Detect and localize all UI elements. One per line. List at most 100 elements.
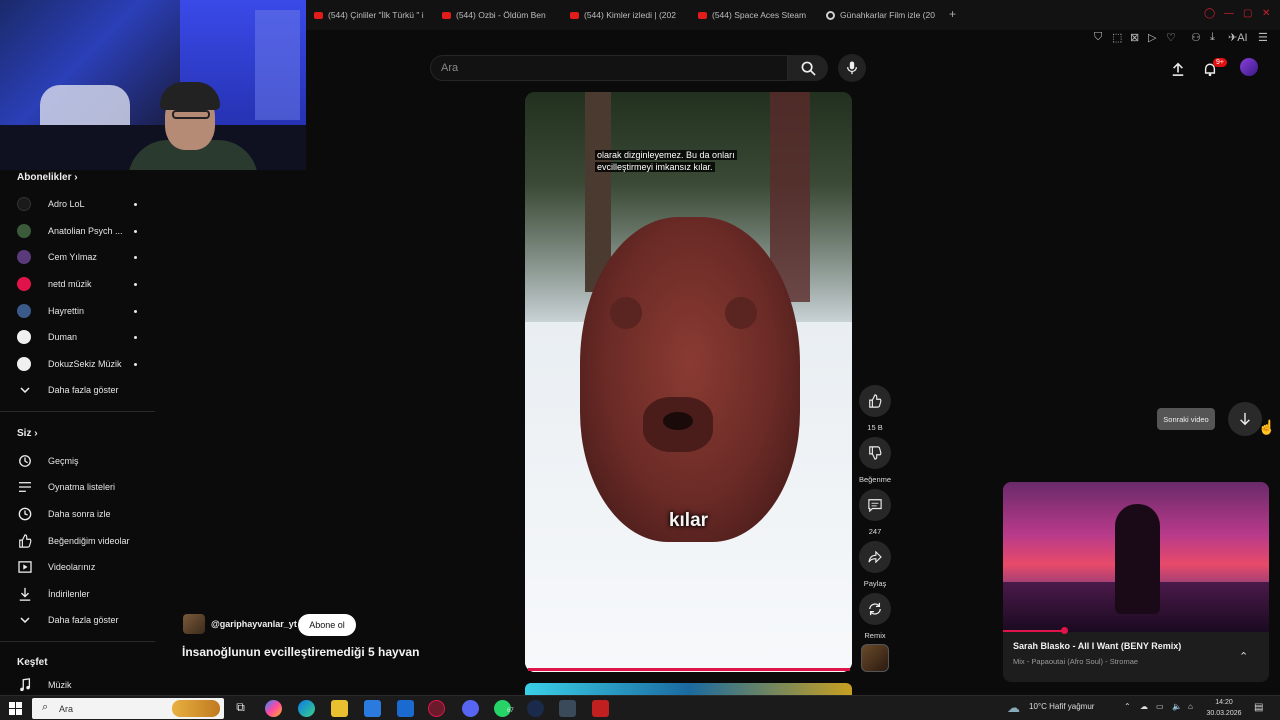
network-icon[interactable]: ⌂ [1188,702,1193,711]
tab-2[interactable]: (544) Ozbi - Öldüm Ben [442,8,554,22]
search-input[interactable] [431,56,787,80]
channel-avatar[interactable] [183,614,205,634]
snapshot-icon[interactable]: ⬚ [1112,31,1122,44]
speaker-icon[interactable]: 🔈 [1172,702,1182,711]
steam-icon[interactable] [527,700,544,717]
next-short-preview[interactable] [525,683,852,695]
new-content-dot [134,309,137,313]
sidebar-item-downloads[interactable]: İndirilenler [17,585,147,603]
miniplayer[interactable]: Sarah Blasko - All I Want (BENY Remix) M… [1003,482,1269,682]
channel-avatar [17,197,31,211]
edge-icon[interactable] [298,700,315,717]
tab-3[interactable]: (544) Kimler izledi | (202 [570,8,682,22]
you-section-title[interactable]: Siz › [17,428,38,439]
shield-icon[interactable]: ⛉ [1094,31,1102,44]
new-tab-button[interactable]: + [949,7,956,21]
copilot-icon[interactable] [265,700,282,717]
like-action[interactable]: 15 B [859,385,891,432]
sidebar-item-liked-videos[interactable]: Beğendiğim videolar [17,532,147,550]
battery-icon[interactable]: ▭ [1156,702,1164,711]
app-icon[interactable] [592,700,609,717]
sidebar-item-cem-yilmaz[interactable]: Cem Yılmaz [17,248,137,266]
clock-icon [17,506,33,522]
sidebar-item-playlists[interactable]: Oynatma listeleri [17,478,147,496]
sidebar-item-adro-lol[interactable]: Adro LoL [17,195,137,213]
search-tabs-icon[interactable]: ◯ [1204,8,1215,19]
notification-center-icon[interactable]: ▤ [1254,702,1263,713]
remix-action[interactable]: Remix [859,593,891,640]
avatar[interactable] [1240,58,1258,76]
sidebar-item-dokuzsekiz-muzik[interactable]: DokuzSekiz Müzik [17,355,137,373]
file-explorer-icon[interactable] [331,700,348,717]
sound-thumbnail[interactable] [861,644,889,672]
store-icon[interactable] [364,700,381,717]
sidebar-item-watch-later[interactable]: Daha sonra izle [17,505,147,523]
chevron-up-icon[interactable]: ⌃ [1124,702,1131,711]
box-icon[interactable]: ⊠ [1130,31,1139,44]
heart-icon[interactable]: ♡ [1166,31,1176,44]
sidebar-item-netd-muzik[interactable]: netd müzik [17,275,137,293]
miniplayer-progress[interactable] [1003,630,1065,632]
sidebar-item-hayrettin[interactable]: Hayrettin [17,302,137,320]
sidebar-item-anatolian-psych[interactable]: Anatolian Psych ... [17,222,137,240]
dislike-button[interactable] [859,437,891,469]
upload-button[interactable] [1167,58,1189,80]
remix-button[interactable] [859,593,891,625]
cloud-icon[interactable]: ☁ [1007,700,1020,716]
maximize-icon[interactable]: ▢ [1243,8,1252,19]
game-icon[interactable] [559,700,576,717]
chevron-up-icon[interactable]: ⌃ [1239,650,1248,663]
task-view-icon[interactable]: ⧉ [232,700,249,717]
channel-avatar [17,224,31,238]
sidebar-item-your-videos[interactable]: Videolarınız [17,558,147,576]
download-icon[interactable]: ⤓ [1210,31,1215,44]
windows-start-icon[interactable] [9,702,22,715]
subscribe-button[interactable]: Abone ol [298,614,356,636]
share-button[interactable] [859,541,891,573]
channel-avatar [17,357,31,371]
show-more-you[interactable]: Daha fazla göster [17,611,147,629]
weather-text[interactable]: 10°C Hafif yağmur [1029,702,1094,711]
taskbar-search[interactable]: ⌕ Ara [32,698,224,719]
opera-gx-icon[interactable] [428,700,445,717]
sidebar-item-music[interactable]: Müzik [17,676,147,694]
close-icon[interactable]: ✕ [1262,8,1270,19]
onedrive-icon[interactable]: ☁ [1140,702,1148,711]
dislike-action[interactable]: Beğenme [859,437,891,484]
tab-4[interactable]: (544) Space Aces Steam [698,8,810,22]
share-action[interactable]: Paylaş [859,541,891,588]
subscriptions-title[interactable]: Abonelikler › [17,172,78,183]
miniplayer-scrubber[interactable] [1061,627,1069,634]
mail-icon[interactable] [397,700,414,717]
short-title[interactable]: İnsanoğlunun evcilleştiremediği 5 hayvan [182,645,419,659]
comments-action[interactable]: 247 [859,489,891,536]
video-progress-bar[interactable] [528,668,850,671]
minimize-icon[interactable]: — [1224,8,1234,19]
show-more-subscriptions[interactable]: Daha fazla göster [17,381,147,399]
clock[interactable]: 14:20 30.03.2026 [1206,697,1242,719]
sidebar-item-duman[interactable]: Duman [17,328,137,346]
video-icon [17,559,33,575]
ai-button[interactable]: ✈AI [1228,31,1248,44]
discord-icon[interactable] [462,700,479,717]
miniplayer-title[interactable]: Sarah Blasko - All I Want (BENY Remix) [1013,641,1181,651]
like-button[interactable] [859,385,891,417]
thumbs-down-icon [869,446,882,460]
sidebar-item-history[interactable]: Geçmiş [17,452,147,470]
microphone-icon [846,61,858,75]
voice-search-button[interactable] [838,54,866,82]
tab-1[interactable]: (544) Çinliler "İlk Türkü " i [314,8,426,22]
profile-icon[interactable]: ⚇ [1191,31,1201,44]
next-video-button[interactable] [1228,402,1262,436]
menu-icon[interactable]: ☰ [1258,31,1268,44]
short-video-player[interactable]: olarak dizginleyemez. Bu da onları evcil… [525,92,852,672]
channel-name[interactable]: @gariphayvanlar_yt [211,619,297,629]
webcam-overlay [0,0,306,170]
play-icon[interactable]: ▷ [1148,31,1156,44]
new-content-dot [134,255,137,259]
comments-button[interactable] [859,489,891,521]
tab-5[interactable]: Günahkarlar Film izle (20 [826,8,941,22]
search-button[interactable] [788,55,828,81]
search-box[interactable] [430,55,788,81]
sidebar: Abonelikler › Adro LoL Anatolian Psych .… [0,170,160,695]
